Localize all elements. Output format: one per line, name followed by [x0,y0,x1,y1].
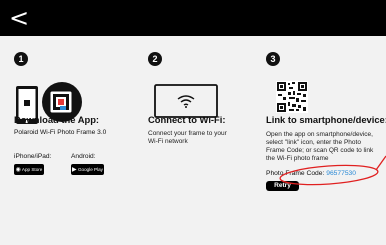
annotation-highlight [279,155,386,186]
